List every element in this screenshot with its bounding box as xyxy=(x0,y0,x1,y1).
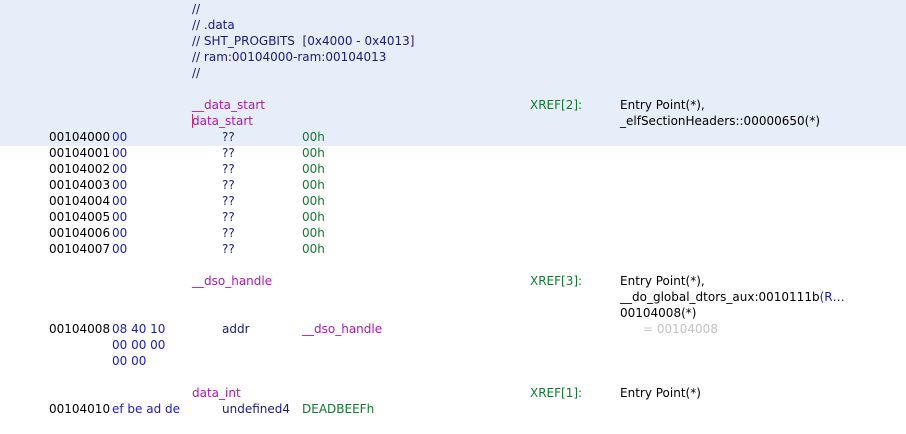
xref-header[interactable]: XREF[1]: xyxy=(530,385,582,401)
row-bytes[interactable]: 00 xyxy=(112,177,127,193)
row-bytes[interactable]: 00 xyxy=(112,193,127,209)
row-mnemonic[interactable]: undefined4 xyxy=(222,401,290,417)
row-bytes[interactable]: 08 40 10 xyxy=(112,321,165,337)
plate-comment-line: // xyxy=(192,2,201,16)
data-start-label-2[interactable]: data_start xyxy=(192,113,253,129)
row-bytes[interactable]: 00 xyxy=(112,241,127,257)
row-bytes[interactable]: 00 xyxy=(112,209,127,225)
row-mnemonic[interactable]: ?? xyxy=(222,225,235,241)
plate-comment-line: // ram:00104000-ram:00104013 xyxy=(192,50,387,64)
xref-entry[interactable]: __do_global_dtors_aux:0010111b(R… xyxy=(620,289,845,305)
row-mnemonic[interactable]: ?? xyxy=(222,145,235,161)
xref-entry[interactable]: _elfSectionHeaders::00000650(*) xyxy=(620,113,820,129)
row-mnemonic[interactable]: ?? xyxy=(222,241,235,257)
xref-header[interactable]: XREF[3]: xyxy=(530,273,582,289)
row-address[interactable]: 00104002 xyxy=(49,161,110,177)
row-mnemonic[interactable]: ?? xyxy=(222,209,235,225)
row-operand[interactable]: 00h xyxy=(302,241,325,257)
xref-entry[interactable]: 00104008(*) xyxy=(620,305,696,321)
row-bytes-continued[interactable]: 00 00 xyxy=(112,353,146,369)
row-bytes[interactable]: 00 xyxy=(112,129,127,145)
xref-entry[interactable]: Entry Point(*), xyxy=(620,97,705,113)
row-address[interactable]: 00104006 xyxy=(49,225,110,241)
row-mnemonic[interactable]: ?? xyxy=(222,129,235,145)
plate-comment-line: // SHT_PROGBITS [0x4000 - 0x4013] xyxy=(192,34,415,48)
row-operand-label[interactable]: __dso_handle xyxy=(302,321,382,337)
row-mnemonic[interactable]: ?? xyxy=(222,177,235,193)
row-address[interactable]: 00104000 xyxy=(49,129,110,145)
row-bytes-continued[interactable]: 00 00 00 xyxy=(112,337,165,353)
row-address[interactable]: 00104004 xyxy=(49,193,110,209)
row-operand[interactable]: 00h xyxy=(302,193,325,209)
data-start-label[interactable]: __data_start xyxy=(192,97,265,113)
plate-comment-line: // .data xyxy=(192,18,235,32)
row-operand[interactable]: 00h xyxy=(302,161,325,177)
code-listing-view[interactable]: // // .data // SHT_PROGBITS [0x4000 - 0x… xyxy=(0,0,906,434)
plate-comment-line: // xyxy=(192,66,201,80)
row-address[interactable]: 00104001 xyxy=(49,145,110,161)
row-address[interactable]: 00104008 xyxy=(49,321,110,337)
row-operand[interactable]: 00h xyxy=(302,145,325,161)
row-mnemonic[interactable]: addr xyxy=(222,321,250,337)
xref-ref-type[interactable]: (R… xyxy=(820,290,845,304)
row-address[interactable]: 00104003 xyxy=(49,177,110,193)
xref-function-ref[interactable]: __do_global_dtors_aux:0010111b xyxy=(620,290,820,304)
row-operand[interactable]: DEADBEEFh xyxy=(302,401,374,417)
row-operand[interactable]: 00h xyxy=(302,225,325,241)
row-address[interactable]: 00104007 xyxy=(49,241,110,257)
row-bytes[interactable]: 00 xyxy=(112,145,127,161)
row-bytes[interactable]: ef be ad de xyxy=(112,401,180,417)
eol-comment: = 00104008 xyxy=(643,322,718,336)
row-address[interactable]: 00104005 xyxy=(49,209,110,225)
xref-entry[interactable]: Entry Point(*), xyxy=(620,273,705,289)
row-operand[interactable]: 00h xyxy=(302,129,325,145)
row-mnemonic[interactable]: ?? xyxy=(222,161,235,177)
data-int-label[interactable]: data_int xyxy=(192,385,241,401)
row-operand[interactable]: 00h xyxy=(302,177,325,193)
xref-header[interactable]: XREF[2]: xyxy=(530,97,582,113)
xref-entry[interactable]: Entry Point(*) xyxy=(620,385,701,401)
row-address[interactable]: 00104010 xyxy=(49,401,110,417)
row-mnemonic[interactable]: ?? xyxy=(222,193,235,209)
row-operand[interactable]: 00h xyxy=(302,209,325,225)
dso-handle-label[interactable]: __dso_handle xyxy=(192,273,272,289)
row-bytes[interactable]: 00 xyxy=(112,225,127,241)
row-bytes[interactable]: 00 xyxy=(112,161,127,177)
